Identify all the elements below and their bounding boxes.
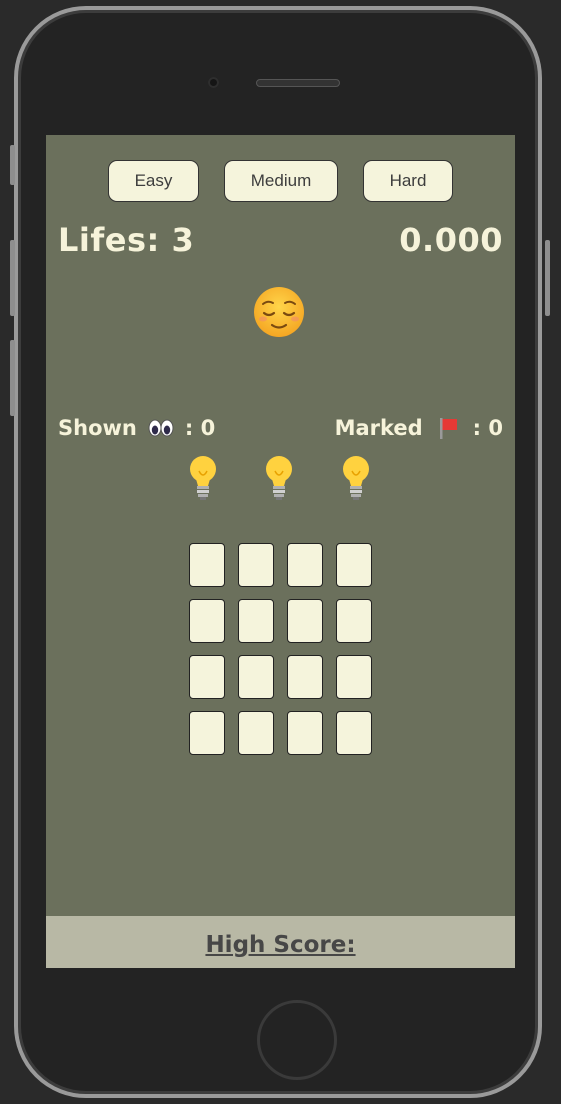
board-cell[interactable] (287, 543, 323, 587)
board-cell[interactable] (238, 543, 274, 587)
easy-button[interactable]: Easy (108, 160, 199, 202)
relieved-face-icon[interactable] (251, 284, 307, 340)
volume-up-button (10, 240, 15, 316)
minefield-grid (189, 543, 372, 755)
marked-label: Marked (334, 416, 423, 440)
game-screen: Easy Medium Hard Lifes: 3 0.000 Shown : … (46, 135, 515, 968)
board-cell[interactable] (238, 711, 274, 755)
speaker-grille (256, 79, 340, 87)
timer-display: 0.000 (399, 221, 503, 259)
board-cell[interactable] (189, 711, 225, 755)
difficulty-selector: Easy Medium Hard (46, 160, 515, 202)
mute-switch (10, 145, 15, 185)
power-button (545, 240, 550, 316)
shown-value: : 0 (184, 416, 216, 440)
board-cell[interactable] (336, 543, 372, 587)
marked-value: : 0 (472, 416, 503, 440)
high-score-footer: High Score: (46, 916, 515, 968)
home-button[interactable] (257, 1000, 337, 1080)
marked-counter: Marked : 0 (335, 416, 503, 440)
board-cell[interactable] (238, 599, 274, 643)
shown-counter: Shown : 0 (58, 416, 215, 440)
board-cell[interactable] (287, 655, 323, 699)
lightbulb-icon[interactable] (262, 453, 296, 501)
eyes-icon (148, 419, 174, 437)
hint-bulbs (46, 453, 515, 503)
high-score-title: High Score: (205, 932, 356, 958)
lifes-counter: Lifes: 3 (58, 221, 195, 259)
board-cell[interactable] (189, 599, 225, 643)
board-cell[interactable] (189, 655, 225, 699)
lightbulb-icon[interactable] (186, 453, 220, 501)
volume-down-button (10, 340, 15, 416)
hard-button[interactable]: Hard (363, 160, 453, 202)
camera-icon (208, 77, 219, 88)
board-cell[interactable] (287, 599, 323, 643)
board-cell[interactable] (238, 655, 274, 699)
board-cell[interactable] (336, 655, 372, 699)
board-cell[interactable] (336, 599, 372, 643)
red-flag-icon (439, 418, 457, 439)
shown-label: Shown (58, 416, 137, 440)
medium-button[interactable]: Medium (224, 160, 338, 202)
board-cell[interactable] (336, 711, 372, 755)
board-cell[interactable] (189, 543, 225, 587)
board-cell[interactable] (287, 711, 323, 755)
lightbulb-icon[interactable] (339, 453, 373, 501)
